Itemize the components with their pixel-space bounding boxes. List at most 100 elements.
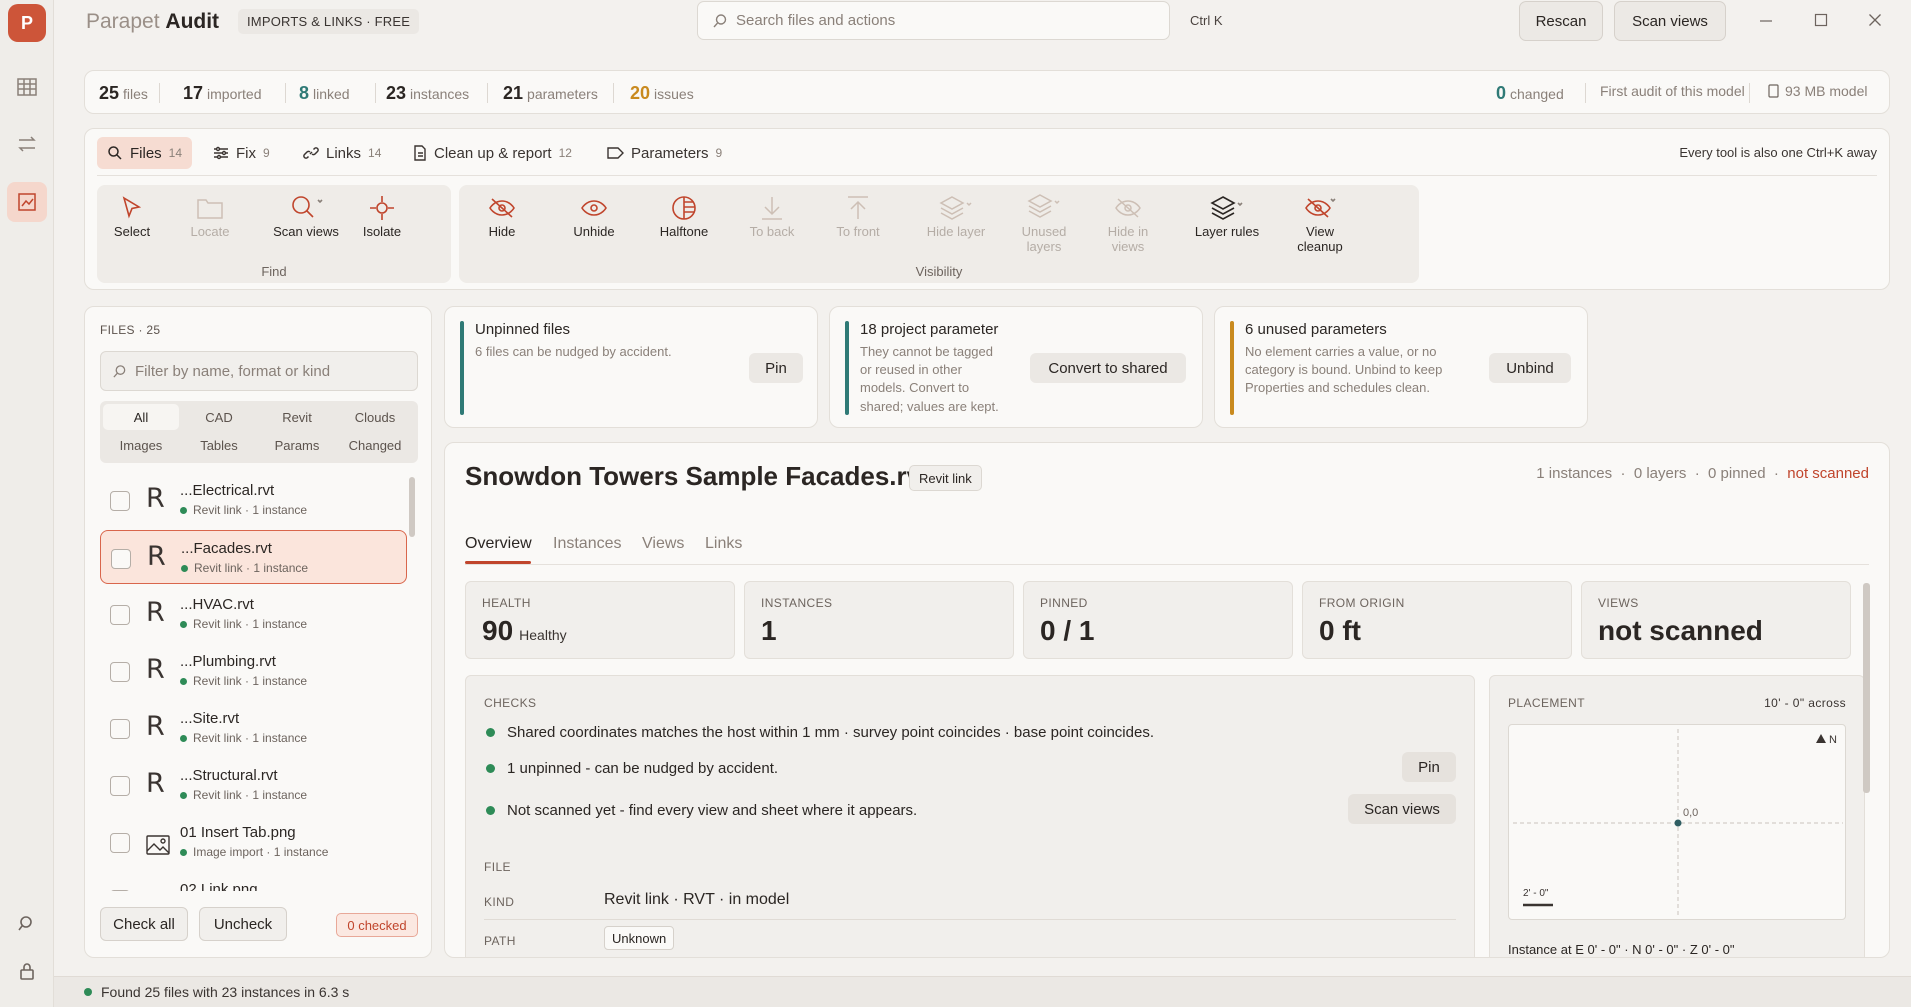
sliders-icon xyxy=(214,146,228,160)
card-description: No element carries a value, or no categor… xyxy=(1245,344,1443,396)
file-row[interactable]: R ...HVAC.rvt Revit link · 1 instance xyxy=(100,587,407,641)
unbind-button[interactable]: Unbind xyxy=(1489,353,1571,383)
unused-layers-tool[interactable]: Unused layers xyxy=(1009,191,1079,255)
tab-views[interactable]: Views xyxy=(642,535,684,553)
checks-label: CHECKS xyxy=(484,696,537,710)
tab-fix[interactable]: Fix 9 xyxy=(203,137,280,169)
revit-icon: R xyxy=(146,711,165,742)
card-description: They cannot be tagged or reused in other m… xyxy=(860,344,999,414)
placement-extent: 10' - 0" across xyxy=(1764,696,1846,710)
search-icon[interactable] xyxy=(7,904,47,944)
document-icon xyxy=(414,145,426,161)
file-list: R ...Electrical.rvt Revit link · 1 insta… xyxy=(85,473,433,891)
maximize-icon[interactable] xyxy=(1807,8,1835,32)
hide-tool[interactable]: Hide xyxy=(467,191,537,240)
tab-clean-up-report[interactable]: Clean up & report 12 xyxy=(403,137,582,169)
halftone-tool[interactable]: Halftone xyxy=(649,191,719,240)
app-name-bold: Audit xyxy=(165,10,220,33)
check-item: Shared coordinates matches the host with… xyxy=(486,724,1154,741)
uncheck-button[interactable]: Uncheck xyxy=(199,907,287,941)
placement-label: PLACEMENT xyxy=(1508,696,1585,710)
tab-parameters[interactable]: Parameters 9 xyxy=(597,137,732,169)
filter-changed[interactable]: Changed xyxy=(337,432,413,458)
minimize-icon[interactable] xyxy=(1752,8,1780,32)
model-size: 93 MB model xyxy=(1768,83,1867,99)
hide-layer-tool[interactable]: Hide layer xyxy=(915,191,997,240)
card-title: 18 project parameter xyxy=(860,321,999,338)
pin-button[interactable]: Pin xyxy=(749,353,803,383)
lock-icon[interactable] xyxy=(7,951,47,991)
eye-slash-icon xyxy=(1115,198,1141,218)
filter-params[interactable]: Params xyxy=(259,432,335,458)
scan-views-button[interactable]: Scan views xyxy=(1614,1,1726,41)
hide-in-views-tool[interactable]: Hide in views xyxy=(1093,191,1163,255)
find-group: Select Locate Scan views Isolate Find xyxy=(97,185,451,283)
locate-tool[interactable]: Locate xyxy=(175,191,245,240)
app-name-light: Parapet xyxy=(86,10,160,33)
health-metric: HEALTH 90 Healthy xyxy=(465,581,735,659)
filter-tables[interactable]: Tables xyxy=(181,432,257,458)
app-name: Parapet Audit xyxy=(86,10,219,34)
file-checkbox[interactable] xyxy=(110,833,130,853)
filter-input[interactable]: Filter by name, format or kind xyxy=(100,351,418,391)
tab-files[interactable]: Files 14 xyxy=(97,137,193,169)
select-tool[interactable]: Select xyxy=(97,191,167,240)
filter-cad[interactable]: CAD xyxy=(181,404,257,430)
tab-links[interactable]: Links xyxy=(705,535,742,553)
close-icon[interactable] xyxy=(1861,8,1889,32)
path-value: Unknown xyxy=(604,926,675,950)
file-checkbox[interactable] xyxy=(110,491,130,511)
check-all-button[interactable]: Check all xyxy=(100,907,188,941)
convert-to-shared-button[interactable]: Convert to shared xyxy=(1030,353,1186,383)
file-row[interactable]: R ...Site.rvt Revit link · 1 instance xyxy=(100,701,407,755)
filter-clouds[interactable]: Clouds xyxy=(337,404,413,430)
unused-parameters-card: 6 unused parameters No element carries a… xyxy=(1214,306,1588,428)
file-checkbox[interactable] xyxy=(110,890,130,891)
file-list-scrollbar[interactable] xyxy=(409,477,415,537)
card-title: Unpinned files xyxy=(475,321,571,338)
file-checkbox[interactable] xyxy=(110,605,130,625)
layer-rules-tool[interactable]: Layer rules xyxy=(1185,191,1269,240)
views-metric: VIEWS not scanned xyxy=(1581,581,1851,659)
unhide-tool[interactable]: Unhide xyxy=(559,191,629,240)
to-front-tool[interactable]: To front xyxy=(823,191,893,240)
layers-icon xyxy=(939,196,972,220)
status-bar: Found 25 files with 23 instances in 6.3 … xyxy=(54,976,1911,1007)
chart-icon[interactable] xyxy=(7,182,47,222)
eye-slash-icon xyxy=(489,198,515,218)
tab-links[interactable]: Links 14 xyxy=(293,137,391,169)
view-cleanup-tool[interactable]: View cleanup xyxy=(1285,191,1355,255)
file-checkbox[interactable] xyxy=(110,719,130,739)
filter-revit[interactable]: Revit xyxy=(259,404,335,430)
file-row-selected[interactable]: R ...Facades.rvt Revit link · 1 instance xyxy=(100,530,407,584)
detail-title: Snowdon Towers Sample Facades.rvt xyxy=(465,461,930,491)
file-checkbox[interactable] xyxy=(110,776,130,796)
kind-value: Revit link · RVT · in model xyxy=(604,891,790,908)
file-checkbox[interactable] xyxy=(111,549,131,569)
file-checkbox[interactable] xyxy=(110,662,130,682)
filter-all[interactable]: All xyxy=(103,404,179,430)
file-row[interactable]: R ...Structural.rvt Revit link · 1 insta… xyxy=(100,758,407,812)
grid-icon[interactable] xyxy=(7,67,47,107)
pin-button[interactable]: Pin xyxy=(1402,752,1456,782)
filter-images[interactable]: Images xyxy=(103,432,179,458)
find-group-label: Find xyxy=(261,264,287,279)
detail-scrollbar[interactable] xyxy=(1863,583,1870,793)
file-row[interactable]: R ...Plumbing.rvt Revit link · 1 instanc… xyxy=(100,644,407,698)
file-row[interactable]: 02 Link.png xyxy=(100,872,407,891)
file-row[interactable]: R ...Electrical.rvt Revit link · 1 insta… xyxy=(100,473,407,527)
scan-views-button[interactable]: Scan views xyxy=(1348,794,1456,824)
swap-icon[interactable] xyxy=(7,124,47,164)
tab-overview[interactable]: Overview xyxy=(465,535,532,553)
file-row[interactable]: 01 Insert Tab.png Image import · 1 insta… xyxy=(100,815,407,869)
rescan-button[interactable]: Rescan xyxy=(1519,1,1603,41)
isolate-tool[interactable]: Isolate xyxy=(347,191,417,240)
north-label: N xyxy=(1829,734,1837,746)
to-back-tool[interactable]: To back xyxy=(737,191,807,240)
visibility-group: Hide Unhide Halftone To back To front Hi… xyxy=(459,185,1419,283)
files-panel: FILES · 25 Filter by name, format or kin… xyxy=(84,306,432,958)
search-input[interactable]: Search files and actions xyxy=(697,1,1170,40)
search-icon xyxy=(713,13,727,27)
scan-views-tool[interactable]: Scan views xyxy=(271,191,341,240)
tab-instances[interactable]: Instances xyxy=(553,535,621,553)
